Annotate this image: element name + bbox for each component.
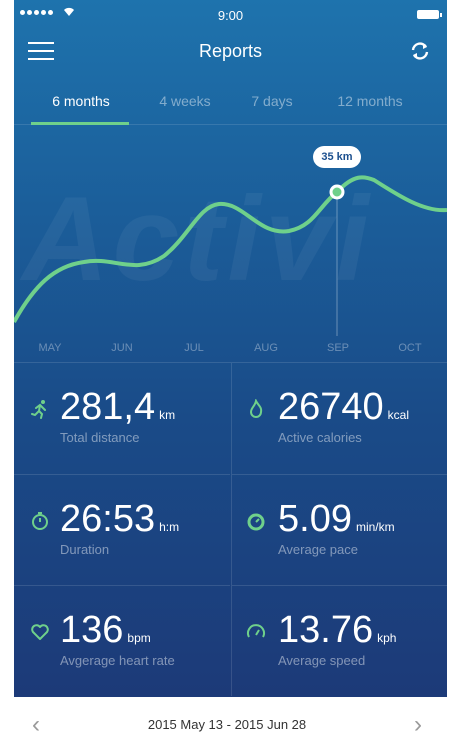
status-bar: 9:00 xyxy=(14,0,447,30)
stat-unit: kph xyxy=(377,631,397,645)
month-tick-label: MAY xyxy=(38,342,62,354)
stopwatch-icon xyxy=(30,511,50,531)
running-icon xyxy=(30,399,50,419)
activity-chart: MAY JUN JUL AUG SEP OCT 35 km xyxy=(14,126,447,362)
tab-7-days[interactable]: 7 days xyxy=(234,93,310,109)
speedometer-icon xyxy=(246,622,266,642)
month-tick-label: JUL xyxy=(184,342,204,354)
stat-average-speed: 13.76 kph Average speed xyxy=(231,585,447,696)
flame-icon xyxy=(246,397,266,419)
tab-4-weeks[interactable]: 4 weeks xyxy=(142,93,228,109)
date-range-label: 2015 May 13 - 2015 Jun 28 xyxy=(147,717,307,732)
heart-icon xyxy=(30,622,50,642)
stat-unit: min/km xyxy=(355,520,395,534)
stat-label: Average speed xyxy=(278,653,366,668)
stat-unit: kcal xyxy=(387,408,410,422)
stat-unit: bpm xyxy=(127,631,151,645)
stat-average-pace: 5.09 min/km Average pace xyxy=(231,474,447,585)
stat-unit: km xyxy=(159,408,176,422)
tab-6-months[interactable]: 6 months xyxy=(38,93,124,109)
stat-total-distance: 281,4 km Total distance xyxy=(14,363,230,474)
page-title: Reports xyxy=(198,41,263,61)
month-tick-label: JUN xyxy=(111,342,132,354)
activity-line xyxy=(14,175,447,323)
highlight-value-badge: 35 km xyxy=(313,146,361,168)
pace-timer-icon xyxy=(246,511,266,531)
stat-label: Avgerage heart rate xyxy=(60,653,175,668)
period-tabs: 6 months 4 weeks 7 days 12 months xyxy=(14,85,447,125)
date-range-bar: ‹ 2015 May 13 - 2015 Jun 28 › xyxy=(0,697,454,751)
month-tick-label: OCT xyxy=(398,342,422,354)
stat-average-heart-rate: 136 bpm Avgerage heart rate xyxy=(14,585,230,696)
status-time: 9:00 xyxy=(217,8,244,23)
stats-grid: 281,4 km Total distance 26740 kcal Active … xyxy=(14,362,447,697)
tab-12-months[interactable]: 12 months xyxy=(320,93,420,109)
month-tick-label: AUG xyxy=(254,342,278,354)
stat-label: Active calories xyxy=(278,430,362,445)
chevron-right-icon[interactable]: › xyxy=(406,711,430,739)
stat-active-calories: 26740 kcal Active calories xyxy=(231,363,447,474)
refresh-icon[interactable] xyxy=(407,38,433,64)
stat-label: Average pace xyxy=(278,542,358,557)
month-tick-label: SEP xyxy=(327,342,349,354)
stat-label: Total distance xyxy=(60,430,140,445)
activity-chart-svg: MAY JUN JUL AUG SEP OCT xyxy=(14,175,447,354)
reports-screen: Activi 9:00 Reports 6 months 4 weeks 7 d… xyxy=(14,0,447,697)
highlight-point[interactable] xyxy=(329,184,345,200)
stat-unit: h:m xyxy=(159,520,180,534)
stat-duration: 26:53 h:m Duration xyxy=(14,474,230,585)
battery-icon xyxy=(417,10,442,19)
active-tab-indicator xyxy=(31,122,129,125)
header: Reports xyxy=(14,30,447,74)
stat-label: Duration xyxy=(60,542,110,557)
